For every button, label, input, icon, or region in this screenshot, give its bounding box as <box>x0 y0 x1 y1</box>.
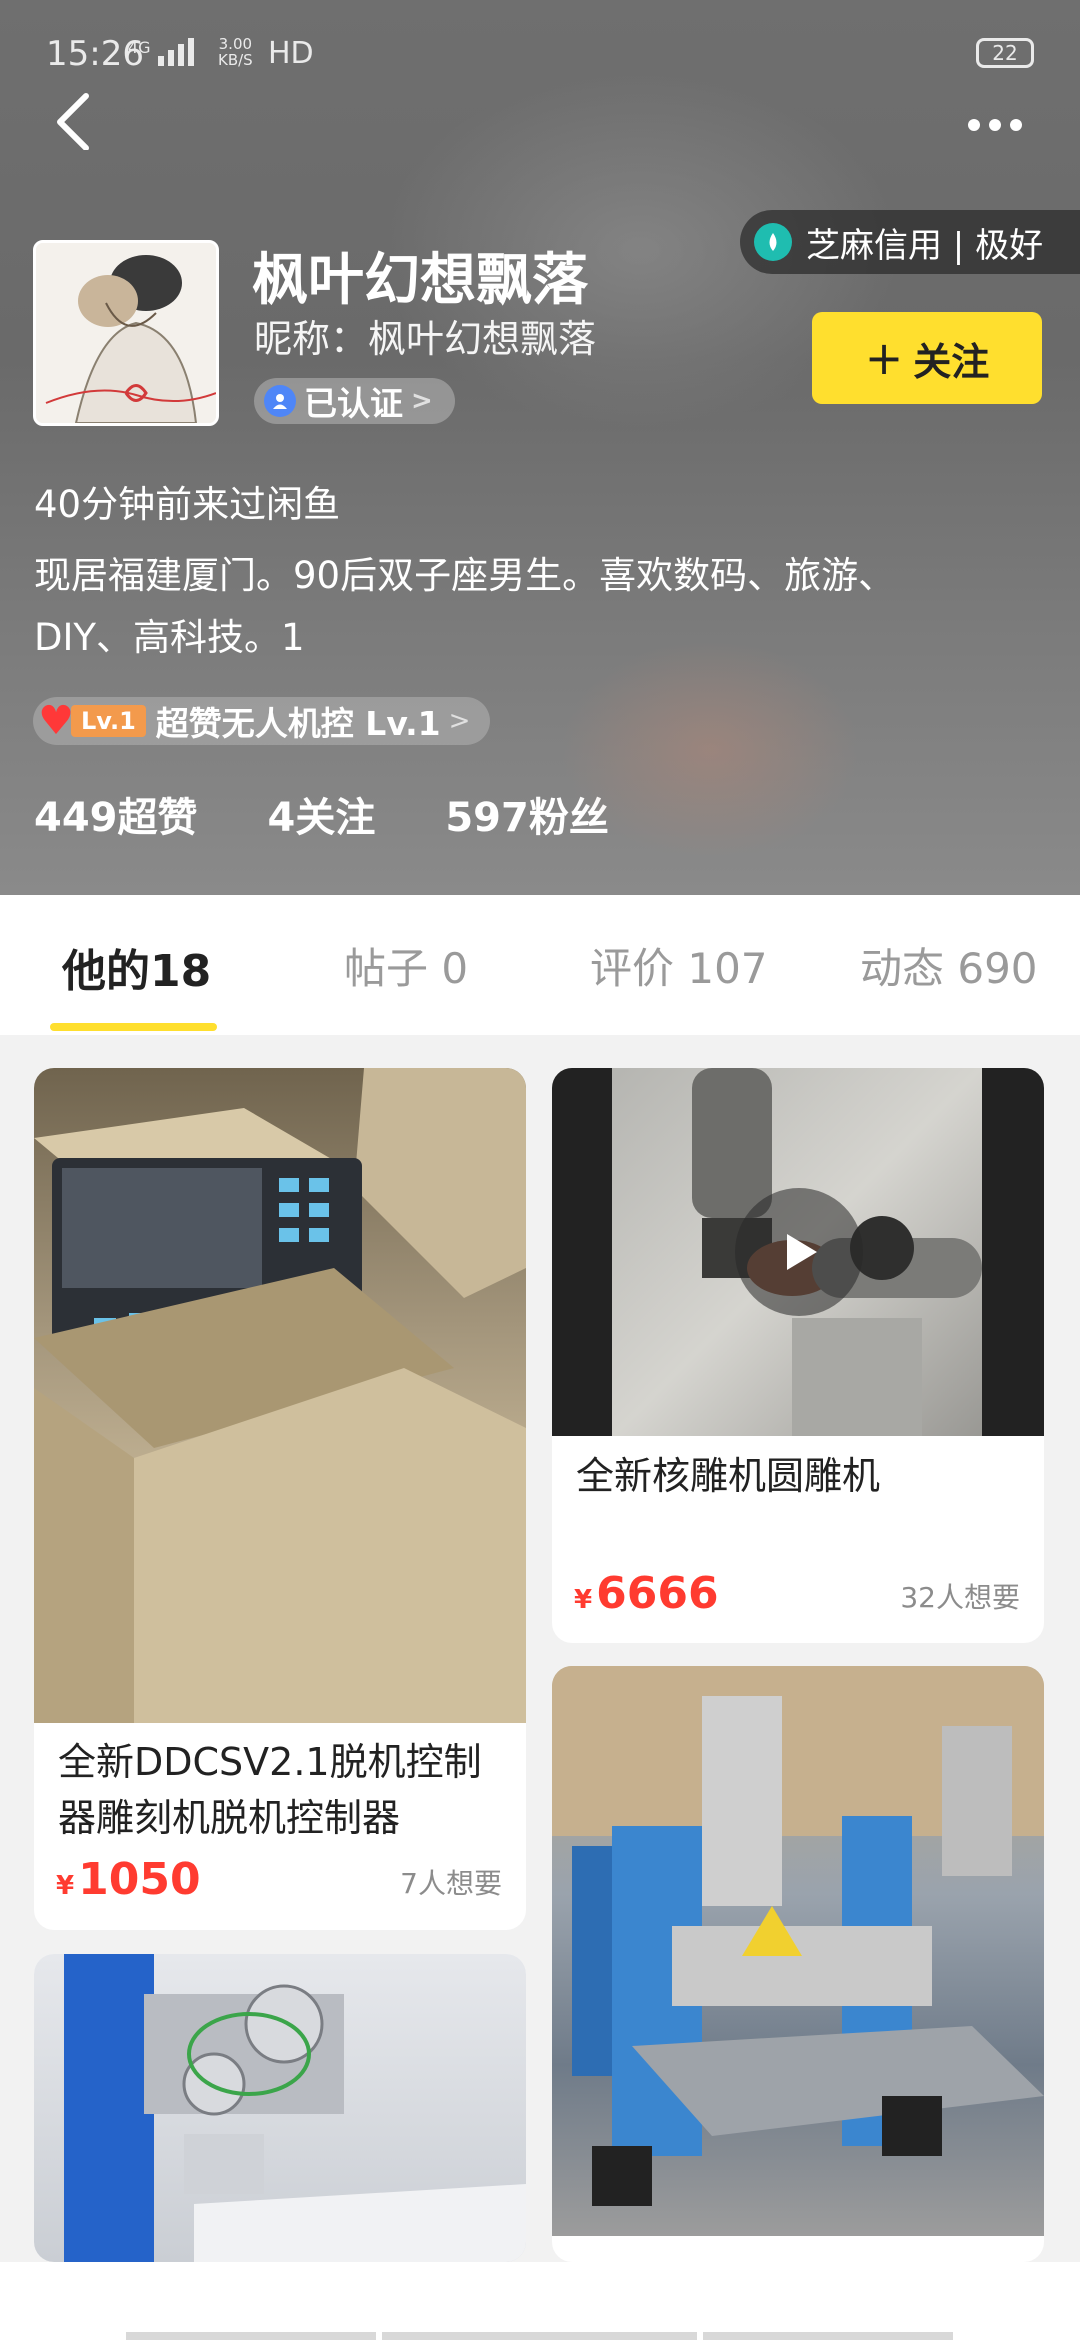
item-video-thumbnail <box>552 1068 1044 1436</box>
item-card[interactable]: 全新核雕机圆雕机 ¥6666 32人想要 <box>552 1068 1044 1643</box>
level-text: 超赞无人机控 Lv.1 <box>155 704 441 743</box>
item-price: ¥1050 <box>56 1854 201 1905</box>
plus-icon: + <box>864 331 904 385</box>
profile-bio: 现居福建厦门。90后双子座男生。喜欢数码、旅游、 DIY、高科技。1 <box>34 554 896 659</box>
tab-reviews[interactable]: 评价 107 <box>590 935 768 996</box>
chevron-right-icon: > <box>411 386 433 416</box>
chevron-right-icon: > <box>448 706 471 736</box>
item-title: 全新核雕机圆雕机 <box>576 1454 881 1498</box>
item-image <box>552 1666 1044 2236</box>
chevron-left-icon <box>57 93 89 151</box>
avatar-illustration <box>36 243 216 423</box>
stat-following[interactable]: 4关注 <box>268 785 376 843</box>
item-image <box>34 1954 526 2262</box>
profile-tabs: 他的18 帖子 0 评价 107 动态 690 <box>0 895 1080 1035</box>
verified-badge[interactable]: 已认证 > <box>254 378 455 424</box>
follow-label: 关注 <box>913 339 990 384</box>
profile-nickname: 昵称：枫叶幻想飘落 <box>254 317 597 361</box>
battery-icon: 22 <box>976 38 1034 68</box>
follow-button[interactable]: + 关注 <box>812 312 1042 404</box>
play-button[interactable] <box>735 1188 863 1316</box>
back-button[interactable] <box>50 90 110 151</box>
active-tab-indicator <box>50 1023 217 1031</box>
item-title: 全新DDCSV2.1脱机控制 器雕刻机脱机控制器 <box>58 1740 482 1840</box>
credit-label: 芝麻信用 | 极好 <box>806 225 1044 266</box>
item-image <box>34 1068 526 1723</box>
stat-fans[interactable]: 597粉丝 <box>445 785 609 843</box>
hd-indicator: HD <box>268 36 314 71</box>
profile-name: 枫叶幻想飘落 <box>252 248 588 313</box>
level-tag: Lv.1 <box>71 705 146 737</box>
tab-posts[interactable]: 帖子 0 <box>344 935 468 996</box>
profile-stats: 449超赞 4关注 597粉丝 <box>34 785 609 843</box>
item-price: ¥6666 <box>574 1568 719 1619</box>
tab-items[interactable]: 他的18 <box>62 935 211 999</box>
profile-header: 15:26 4G 3.00 KB/S HD 22 枫叶幻想飘落 昵称：枫叶幻想飘 <box>0 0 1080 895</box>
item-wants: 7人想要 <box>400 1867 502 1900</box>
item-wants: 32人想要 <box>900 1581 1020 1614</box>
level-badge[interactable]: ♥ Lv.1 超赞无人机控 Lv.1 > <box>33 697 491 745</box>
bottom-bar <box>0 2262 1080 2340</box>
credit-badge[interactable]: 芝麻信用 | 极好 <box>740 210 1080 274</box>
play-icon <box>787 1234 817 1270</box>
verified-shield-icon <box>264 385 296 417</box>
network-speed: 3.00 KB/S <box>218 35 253 69</box>
sesame-credit-icon <box>754 223 792 261</box>
status-bar: 15:26 4G 3.00 KB/S HD 22 <box>0 0 1080 100</box>
item-card[interactable] <box>552 1666 1044 2262</box>
more-button[interactable] <box>968 100 1038 150</box>
item-card[interactable]: 全新DDCSV2.1脱机控制 器雕刻机脱机控制器 ¥1050 7人想要 <box>34 1068 526 1930</box>
stat-likes[interactable]: 449超赞 <box>34 785 198 843</box>
last-visit-text: 40分钟前来过闲鱼 <box>34 483 341 526</box>
item-card[interactable] <box>34 1954 526 2262</box>
tab-activity[interactable]: 动态 690 <box>860 935 1038 996</box>
more-dots-icon <box>968 119 980 131</box>
network-type: 4G <box>128 38 151 57</box>
signal-icon <box>158 36 194 66</box>
verified-label: 已认证 <box>304 384 403 423</box>
avatar[interactable] <box>33 240 219 426</box>
